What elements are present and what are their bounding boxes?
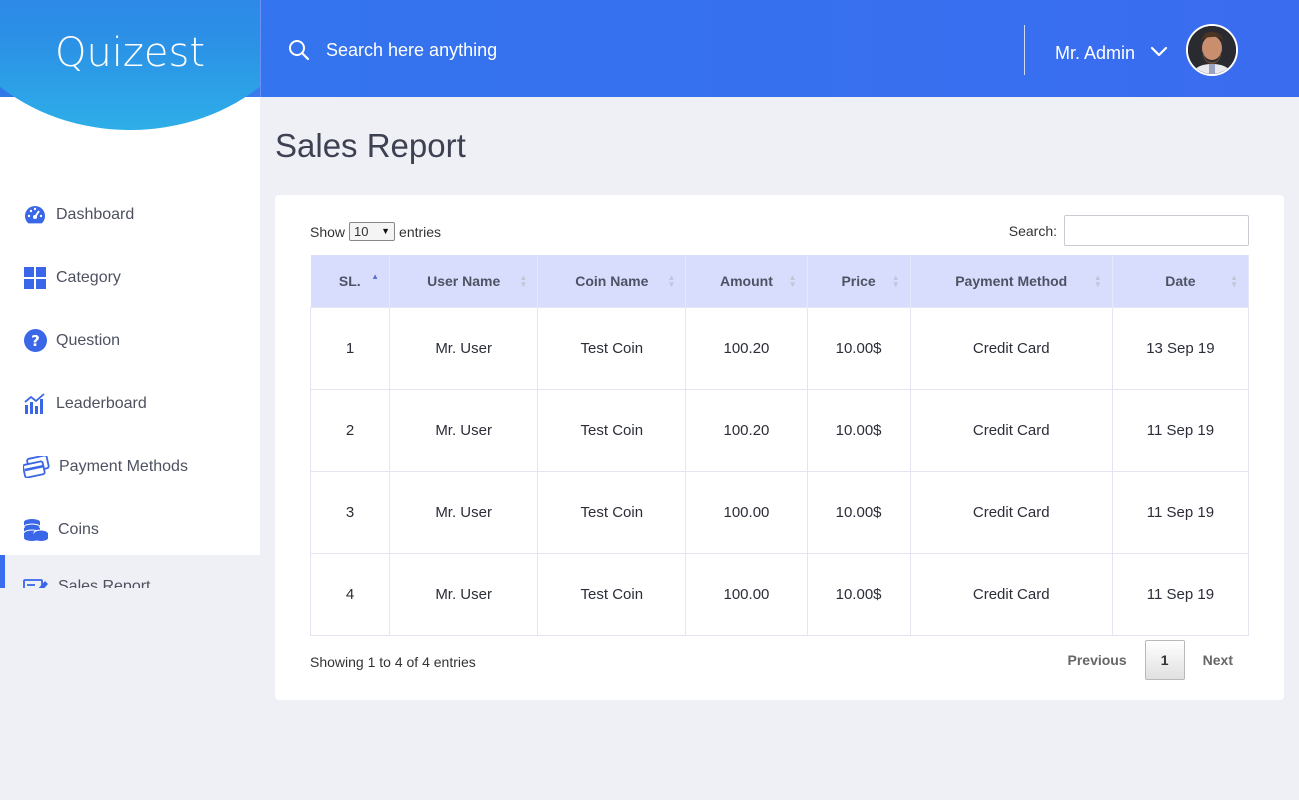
sidebar-item-label: Dashboard <box>56 205 135 223</box>
next-page-button[interactable]: Next <box>1188 652 1248 668</box>
cell-date: 11 Sep 19 <box>1111 470 1250 554</box>
sales-report-card: Show 10 ▼ entries Search: SL. ▲ User Name… <box>275 195 1284 700</box>
sidebar: Quizest Dashboard Category ? Question Le… <box>0 0 260 555</box>
column-header-amount[interactable]: Amount ▲ ▼ <box>685 255 808 307</box>
top-header: Mr. Admin <box>260 0 1299 97</box>
cell-user-name: Mr. User <box>389 388 539 472</box>
cell-payment-method: Credit Card <box>909 470 1113 554</box>
sidebar-item-label: Category <box>56 268 121 286</box>
cell-amount: 100.00 <box>685 470 808 554</box>
cell-date: 11 Sep 19 <box>1111 388 1250 472</box>
brand-logo[interactable]: Quizest <box>0 30 260 76</box>
cell-date: 13 Sep 19 <box>1111 306 1250 390</box>
column-header-payment-method[interactable]: Payment Method ▲ ▼ <box>910 255 1113 307</box>
sidebar-item-coins[interactable]: Coins <box>0 498 260 555</box>
sidebar-item-category[interactable]: Category <box>0 246 260 309</box>
column-header-price[interactable]: Price ▲ ▼ <box>807 255 911 307</box>
sidebar-item-label: Sales Report <box>58 577 151 589</box>
brand-area: Quizest <box>0 0 260 130</box>
report-edit-icon <box>23 575 49 588</box>
sort-icon: ▲ ▼ <box>667 273 676 289</box>
sidebar-item-label: Question <box>56 331 121 349</box>
search-icon[interactable] <box>288 39 310 61</box>
table-row: 3 Mr. User Test Coin 100.00 10.00$ Credi… <box>309 470 1250 554</box>
user-menu-name[interactable]: Mr. Admin <box>1055 43 1135 64</box>
cell-price: 10.00$ <box>806 388 911 472</box>
cell-sl: 4 <box>309 552 391 636</box>
cell-payment-method: Credit Card <box>909 552 1113 636</box>
column-header-date[interactable]: Date ▲ ▼ <box>1112 255 1250 307</box>
coins-stack-icon <box>23 518 49 542</box>
cell-sl: 3 <box>309 470 391 554</box>
svg-text:?: ? <box>31 332 40 350</box>
sidebar-item-label: Leaderboard <box>56 394 147 412</box>
sort-icon: ▲ ▼ <box>519 273 528 289</box>
cell-user-name: Mr. User <box>389 470 539 554</box>
cell-payment-method: Credit Card <box>909 388 1113 472</box>
column-header-coin-name[interactable]: Coin Name ▲ ▼ <box>537 255 687 307</box>
sidebar-nav: Dashboard Category ? Question Leaderboar… <box>0 183 260 555</box>
global-search-input[interactable] <box>326 36 726 64</box>
table-row: 4 Mr. User Test Coin 100.00 10.00$ Credi… <box>309 552 1250 636</box>
previous-page-button[interactable]: Previous <box>1053 652 1142 668</box>
sidebar-item-sales-report-container: Sales Report <box>0 555 260 588</box>
sidebar-item-payment-methods[interactable]: Payment Methods <box>0 435 260 498</box>
page-1-button[interactable]: 1 <box>1144 640 1185 680</box>
cell-coin-name: Test Coin <box>537 552 687 636</box>
entries-length-control: Show 10 ▼ entries <box>310 222 441 241</box>
sales-table: SL. ▲ User Name ▲ ▼ Coin Name ▲ ▼ Amount ▲ ▼ Pr… <box>309 255 1250 636</box>
sort-icon: ▲ ▼ <box>1230 273 1238 289</box>
sort-icon: ▲ ▼ <box>891 273 900 289</box>
cell-user-name: Mr. User <box>389 552 539 636</box>
cell-date: 11 Sep 19 <box>1111 552 1250 636</box>
entries-select[interactable]: 10 ▼ <box>349 222 396 241</box>
table-row: 1 Mr. User Test Coin 100.20 10.00$ Credi… <box>309 306 1250 390</box>
cell-price: 10.00$ <box>806 470 911 554</box>
cell-sl: 1 <box>309 306 391 390</box>
entries-label: entries <box>399 223 442 240</box>
entries-select-value: 10 <box>354 224 369 239</box>
cell-amount: 100.20 <box>685 388 808 472</box>
cell-coin-name: Test Coin <box>537 470 687 554</box>
chevron-down-icon[interactable] <box>1150 43 1168 61</box>
cell-sl: 2 <box>309 388 391 472</box>
category-grid-icon <box>23 266 47 290</box>
pagination: Previous 1 Next <box>1053 640 1249 680</box>
table-row: 2 Mr. User Test Coin 100.20 10.00$ Credi… <box>309 388 1250 472</box>
table-search-input[interactable] <box>1064 215 1249 246</box>
question-icon: ? <box>23 329 47 353</box>
leaderboard-chart-icon <box>23 392 47 416</box>
sidebar-item-sales-report[interactable]: Sales Report <box>0 555 260 588</box>
sort-asc-icon: ▲ <box>371 272 380 281</box>
show-label: Show <box>310 223 346 240</box>
cell-payment-method: Credit Card <box>909 306 1113 390</box>
page-title: Sales Report <box>275 127 466 164</box>
dashboard-icon <box>23 203 47 227</box>
table-header-row: SL. ▲ User Name ▲ ▼ Coin Name ▲ ▼ Amount ▲ ▼ Pr… <box>310 255 1250 307</box>
table-info: Showing 1 to 4 of 4 entries <box>310 654 476 670</box>
cell-price: 10.00$ <box>806 306 911 390</box>
sidebar-item-label: Coins <box>58 520 99 538</box>
column-header-user-name[interactable]: User Name ▲ ▼ <box>389 255 539 307</box>
avatar[interactable] <box>1186 24 1238 76</box>
cell-coin-name: Test Coin <box>537 306 687 390</box>
cell-amount: 100.00 <box>685 552 808 636</box>
cell-user-name: Mr. User <box>389 306 539 390</box>
cell-price: 10.00$ <box>806 552 911 636</box>
sort-icon: ▲ ▼ <box>1093 273 1102 289</box>
sidebar-item-label: Payment Methods <box>59 457 188 475</box>
table-search: Search: <box>1009 215 1249 246</box>
sidebar-item-dashboard[interactable]: Dashboard <box>0 183 260 246</box>
sidebar-item-question[interactable]: ? Question <box>0 309 260 372</box>
column-header-sl[interactable]: SL. ▲ <box>310 255 391 307</box>
select-arrow-icon: ▼ <box>381 226 391 236</box>
sort-icon: ▲ ▼ <box>788 273 797 289</box>
cell-amount: 100.20 <box>685 306 808 390</box>
header-divider <box>1024 25 1025 75</box>
credit-cards-icon <box>23 455 50 479</box>
sidebar-item-leaderboard[interactable]: Leaderboard <box>0 372 260 435</box>
table-search-label: Search: <box>1008 222 1057 239</box>
cell-coin-name: Test Coin <box>537 388 687 472</box>
